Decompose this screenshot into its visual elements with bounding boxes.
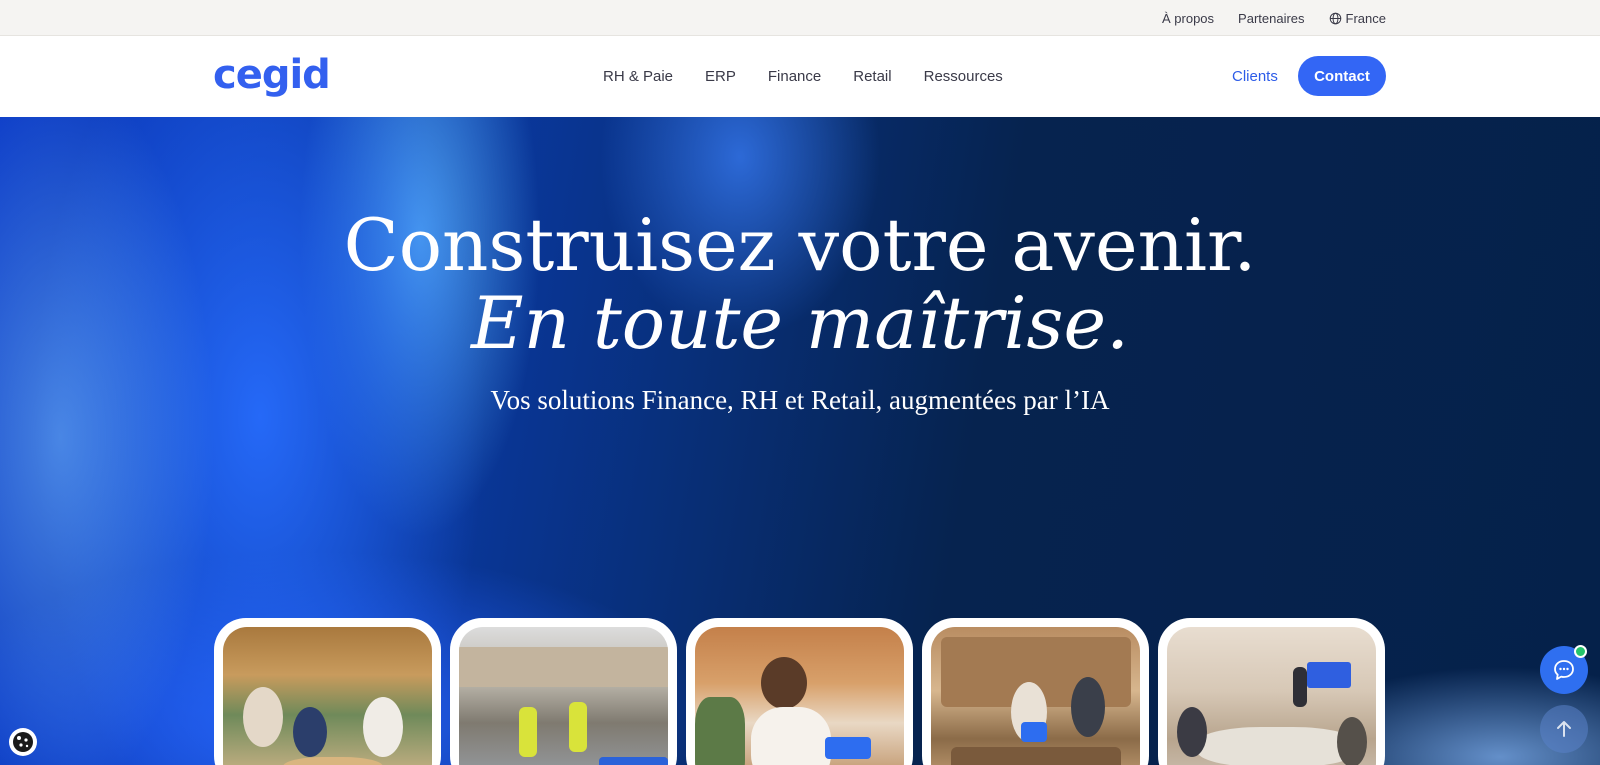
country-selector[interactable]: France	[1329, 11, 1386, 26]
nav-item-rh-paie[interactable]: RH & Paie	[603, 68, 673, 85]
nav-item-erp[interactable]: ERP	[705, 68, 736, 85]
cegid-logo[interactable]: cegid	[213, 50, 331, 100]
nav-menu: RH & Paie ERP Finance Retail Ressources	[603, 36, 1003, 117]
utility-links: À propos Partenaires France	[1162, 0, 1386, 36]
clients-link[interactable]: Clients	[1232, 36, 1278, 117]
utility-bar: À propos Partenaires France	[0, 0, 1600, 36]
boardroom-image	[1167, 627, 1376, 765]
cookie-settings-button[interactable]	[9, 728, 37, 756]
warehouse-image	[459, 627, 668, 765]
cookie-icon	[13, 732, 33, 752]
arrow-up-icon	[1557, 721, 1571, 737]
hero-section: Construisez votre avenir. En toute maîtr…	[0, 117, 1600, 765]
card-tablet-user[interactable]	[686, 618, 913, 765]
hero-subtitle: Vos solutions Finance, RH et Retail, aug…	[490, 385, 1110, 415]
nav-item-finance[interactable]: Finance	[768, 68, 821, 85]
globe-icon	[1329, 12, 1341, 24]
team-meeting-image	[223, 627, 432, 765]
retail-store-image	[931, 627, 1140, 765]
main-navigation: cegid RH & Paie ERP Finance Retail Resso…	[0, 36, 1600, 117]
card-warehouse[interactable]	[450, 618, 677, 765]
hero-title: Construisez votre avenir.	[343, 203, 1257, 287]
online-status-dot	[1574, 645, 1587, 658]
hero-title-italic: En toute maîtrise.	[471, 281, 1129, 365]
card-carousel	[214, 618, 1385, 765]
tablet-user-image	[695, 627, 904, 765]
partners-link[interactable]: Partenaires	[1238, 11, 1304, 26]
scroll-to-top-button[interactable]	[1540, 705, 1588, 753]
country-label: France	[1345, 10, 1386, 26]
contact-button[interactable]: Contact	[1298, 56, 1386, 96]
card-retail-store[interactable]	[922, 618, 1149, 765]
chat-icon	[1554, 660, 1574, 680]
nav-item-ressources[interactable]: Ressources	[924, 68, 1003, 85]
card-boardroom[interactable]	[1158, 618, 1385, 765]
about-link[interactable]: À propos	[1162, 11, 1214, 26]
nav-item-retail[interactable]: Retail	[853, 68, 891, 85]
card-team-meeting[interactable]	[214, 618, 441, 765]
